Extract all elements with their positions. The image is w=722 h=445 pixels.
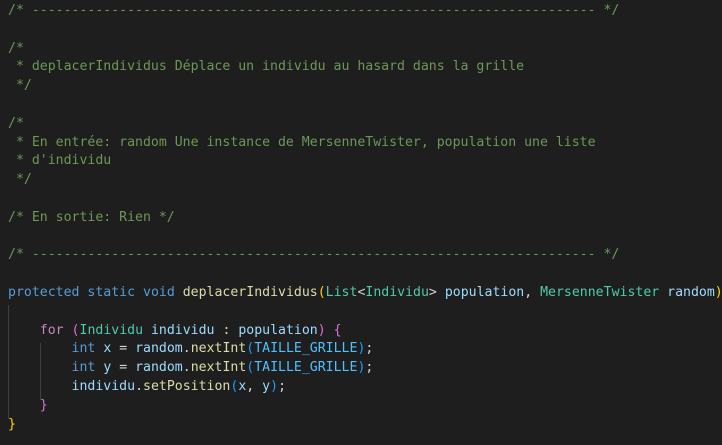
variable-token: random [667, 285, 715, 300]
punctuation-token [326, 323, 334, 338]
bracket-token: } [8, 416, 16, 432]
constant-token: TAILLE_GRILLE [254, 360, 358, 376]
punctuation-token [135, 285, 143, 300]
variable-token: individu [71, 379, 136, 394]
punctuation-token: ; [278, 379, 287, 394]
code-line[interactable]: */ [8, 171, 32, 190]
code-line[interactable]: for (Individu individu : population) { [8, 322, 342, 341]
constant-token: TAILLE_GRILLE [254, 341, 358, 357]
function-token: deplacerIndividus [182, 285, 318, 300]
punctuation-token: . [135, 379, 144, 394]
punctuation-token [175, 285, 183, 300]
bracket-token: ) [317, 322, 326, 338]
punctuation-token: = [111, 341, 136, 357]
punctuation-token: : [214, 322, 239, 338]
punctuation-token [64, 323, 72, 338]
code-line[interactable]: /* [8, 40, 24, 59]
bracket-token: ( [71, 322, 80, 338]
punctuation-token [8, 360, 72, 375]
code-line[interactable]: } [8, 416, 16, 435]
code-line[interactable]: /* En sortie: Rien */ [8, 209, 175, 228]
punctuation-token: . [182, 341, 191, 357]
punctuation-token [8, 398, 40, 413]
type-token: Individu [365, 285, 429, 300]
punctuation-token [8, 341, 72, 356]
function-token: setPosition [143, 379, 231, 394]
bracket-token: ( [317, 285, 326, 300]
code-line[interactable]: int y = random.nextInt(TAILLE_GRILLE); [8, 359, 374, 378]
code-line[interactable]: * En entrée: random Une instance de Mers… [8, 134, 596, 153]
punctuation-token: ; [365, 341, 374, 357]
punctuation-token [659, 285, 667, 300]
punctuation-token: . [182, 360, 191, 376]
keyword-token: static [87, 285, 136, 300]
code-line[interactable]: */ [8, 77, 32, 96]
comment-token: /* -------------------------------------… [8, 247, 620, 263]
comment-token: * d'individu [8, 153, 112, 169]
punctuation-token [8, 323, 40, 338]
keyword-token: protected [8, 285, 80, 300]
code-line[interactable]: * deplacerIndividus Déplace un individu … [8, 58, 524, 77]
comment-token: * deplacerIndividus Déplace un individu … [8, 59, 525, 75]
function-token: nextInt [190, 360, 247, 376]
type-token: Individu [79, 322, 144, 338]
punctuation-token: > [428, 285, 445, 300]
control-keyword-token: for [39, 322, 64, 338]
variable-token: y [262, 379, 271, 394]
code-editor[interactable]: /* -------------------------------------… [0, 0, 722, 445]
keyword-token: int [71, 360, 96, 376]
variable-token: individu [150, 322, 215, 338]
variable-token: population [444, 285, 525, 300]
keyword-token: void [143, 285, 175, 300]
type-token: List [325, 285, 358, 300]
variable-token: random [135, 341, 183, 357]
code-line[interactable]: individu.setPosition(x, y); [8, 378, 286, 397]
code-line[interactable]: int x = random.nextInt(TAILLE_GRILLE); [8, 340, 374, 359]
function-token: nextInt [190, 341, 247, 357]
keyword-token: int [71, 341, 96, 357]
punctuation-token: , [246, 379, 263, 394]
type-token: MersenneTwister [540, 285, 660, 300]
bracket-token: ) [714, 285, 722, 300]
code-line[interactable]: /* -------------------------------------… [8, 246, 619, 265]
code-line[interactable]: /* -------------------------------------… [8, 2, 619, 21]
punctuation-token: = [111, 360, 136, 376]
comment-token: */ [8, 78, 32, 94]
comment-token: * En entrée: random Une instance de Mers… [8, 134, 596, 150]
comment-token: /* [8, 115, 24, 131]
punctuation-token [143, 323, 151, 338]
comment-token: /* En sortie: Rien */ [8, 209, 175, 225]
variable-token: population [238, 322, 318, 338]
code-line[interactable]: * d'individu [8, 152, 111, 171]
bracket-token: { [333, 322, 342, 338]
punctuation-token: , [524, 285, 541, 300]
code-line[interactable]: /* [8, 115, 24, 134]
punctuation-token [8, 379, 72, 394]
bracket-token: ) [270, 379, 279, 394]
punctuation-token: ; [365, 360, 374, 376]
bracket-token: } [39, 397, 48, 413]
variable-token: random [135, 360, 183, 376]
comment-token: */ [8, 172, 32, 188]
code-line[interactable]: protected static void deplacerIndividus(… [8, 284, 722, 303]
comment-token: /* -------------------------------------… [8, 3, 620, 18]
comment-token: /* [8, 40, 24, 56]
code-line[interactable]: } [8, 397, 48, 416]
